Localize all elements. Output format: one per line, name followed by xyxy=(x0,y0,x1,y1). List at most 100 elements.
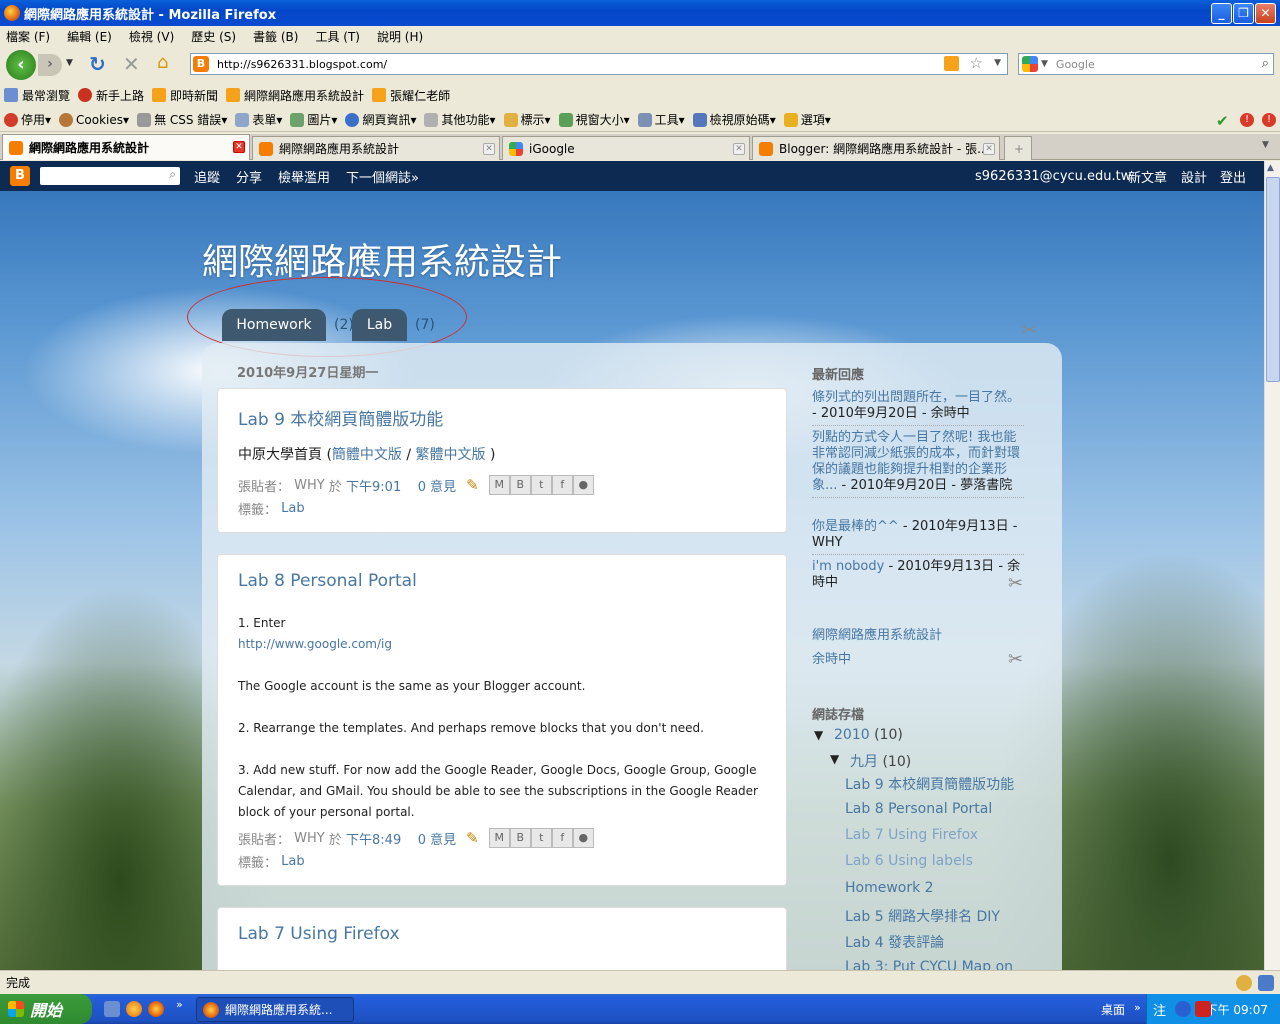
dev-forms[interactable]: 表單 ▾ xyxy=(235,111,282,128)
scroll-up-icon[interactable]: ▲ xyxy=(1267,163,1274,173)
archive-post-link[interactable]: Lab 6 Using labels xyxy=(845,853,973,869)
twitter-share-icon[interactable]: t xyxy=(530,475,552,495)
tab-blog[interactable]: 網際網路應用系統設計 ✕ xyxy=(2,134,250,160)
dev-images[interactable]: 圖片 ▾ xyxy=(290,111,337,128)
bookmark-teacher[interactable]: 張耀仁老師 xyxy=(372,87,450,104)
comments-link[interactable]: 0 意見 xyxy=(418,476,456,495)
post-time-link[interactable]: 下午8:49 xyxy=(346,829,401,848)
close-window-button[interactable]: ✕ xyxy=(1255,3,1276,24)
dev-resize[interactable]: 視窗大小 ▾ xyxy=(558,111,630,128)
close-tab-icon[interactable]: ✕ xyxy=(983,143,995,155)
traditional-link[interactable]: 繁體中文版 xyxy=(416,447,486,463)
search-icon[interactable]: ⌕ xyxy=(1262,56,1269,71)
post-title[interactable]: Lab 7 Using Firefox xyxy=(238,924,400,944)
expand-year-icon[interactable]: ▼ xyxy=(814,728,823,742)
report-abuse-link[interactable]: 檢舉濫用 xyxy=(278,167,330,186)
blog-this-icon[interactable]: B xyxy=(509,828,531,848)
post-title[interactable]: Lab 8 Personal Portal xyxy=(238,571,417,591)
ime-icon[interactable]: 注 xyxy=(1153,1000,1166,1019)
dev-information[interactable]: 網頁資訊 ▾ xyxy=(345,111,416,128)
engine-dropdown-icon[interactable]: ▼ xyxy=(1041,59,1048,69)
back-icon[interactable]: ‹ xyxy=(6,50,36,80)
antivirus-icon[interactable] xyxy=(1195,1001,1211,1017)
scroll-thumb[interactable] xyxy=(1266,177,1280,382)
facebook-share-icon[interactable]: f xyxy=(551,475,573,495)
next-blog-link[interactable]: 下一個網誌» xyxy=(346,167,419,186)
buzz-share-icon[interactable]: ● xyxy=(572,828,594,848)
tab-igoogle[interactable]: iGoogle ✕ xyxy=(502,136,750,160)
quicklaunch-more-icon[interactable]: » xyxy=(176,998,183,1011)
page-scrollbar[interactable]: ▲ xyxy=(1264,161,1280,970)
archive-post-link[interactable]: Lab 8 Personal Portal xyxy=(845,801,992,817)
igoogle-link[interactable]: http://www.google.com/ig xyxy=(238,637,392,651)
sidebar-link[interactable]: 網際網路應用系統設計 xyxy=(812,628,942,643)
error-icon[interactable]: ! xyxy=(1262,113,1276,127)
search-icon[interactable]: ⌕ xyxy=(169,167,176,182)
history-dropdown-icon[interactable]: ▼ xyxy=(66,58,73,68)
bookmark-star-icon[interactable]: ☆ xyxy=(970,54,983,72)
share-link[interactable]: 分享 xyxy=(236,167,262,186)
design-link[interactable]: 設計 xyxy=(1181,167,1207,186)
maximize-button[interactable]: ❐ xyxy=(1233,3,1254,24)
comment-link[interactable]: i'm nobody xyxy=(812,559,884,574)
dev-outline[interactable]: 標示 ▾ xyxy=(503,111,551,128)
dev-disable[interactable]: 停用 ▾ xyxy=(4,111,51,128)
menu-tools[interactable]: 工具 (T) xyxy=(315,28,360,45)
tab-list-icon[interactable]: ▼ xyxy=(1262,140,1269,150)
rss-feed-icon[interactable] xyxy=(944,56,959,71)
archive-post-link[interactable]: Lab 7 Using Firefox xyxy=(845,827,978,843)
post-title[interactable]: Lab 9 本校網頁簡體版功能 xyxy=(238,405,443,430)
menu-bookmarks[interactable]: 書籤 (B) xyxy=(253,28,298,45)
archive-year-link[interactable]: 2010 xyxy=(834,727,870,743)
dev-view-source[interactable]: 檢視原始碼 ▾ xyxy=(692,111,776,128)
post-time-link[interactable]: 下午9:01 xyxy=(346,476,401,495)
sidebar-link[interactable]: 余時中 xyxy=(812,652,851,667)
edit-pencil-icon[interactable]: ✎ xyxy=(466,476,479,494)
archive-post-link[interactable]: Lab 9 本校網頁簡體版功能 xyxy=(845,774,1014,794)
new-post-link[interactable]: 新文章 xyxy=(1128,167,1167,186)
dev-css[interactable]: 無 CSS 錯誤 ▾ xyxy=(137,111,227,128)
close-tab-icon[interactable]: ✕ xyxy=(733,143,745,155)
edit-wrench-icon[interactable]: ✂ xyxy=(1008,649,1023,670)
edit-wrench-icon[interactable]: ✂ xyxy=(1022,320,1037,341)
menu-file[interactable]: 檔案 (F) xyxy=(6,28,50,45)
url-text[interactable]: http://s9626331.blogspot.com/ xyxy=(217,58,387,71)
blogger-logo-icon[interactable]: B xyxy=(10,166,30,186)
search-box[interactable]: ▼ Google ⌕ xyxy=(1018,53,1274,75)
blog-this-icon[interactable]: B xyxy=(509,475,531,495)
menu-edit[interactable]: 編輯 (E) xyxy=(67,28,112,45)
menu-view[interactable]: 檢視 (V) xyxy=(129,28,174,45)
bookmark-course[interactable]: 網際網路應用系統設計 xyxy=(226,87,364,104)
google-engine-icon[interactable] xyxy=(1022,56,1038,72)
facebook-share-icon[interactable]: f xyxy=(551,828,573,848)
desktop-toolbar-label[interactable]: 桌面 xyxy=(1101,1001,1125,1018)
bookmark-most-visited[interactable]: 最常瀏覽 xyxy=(4,87,70,104)
menu-help[interactable]: 說明 (H) xyxy=(377,28,423,45)
bookmark-news[interactable]: 即時新聞 xyxy=(152,87,218,104)
dev-misc[interactable]: 其他功能 ▾ xyxy=(424,111,496,128)
validation-check-icon[interactable]: ✔ xyxy=(1216,112,1229,130)
buzz-share-icon[interactable]: ● xyxy=(572,475,594,495)
stop-icon[interactable]: ✕ xyxy=(123,52,140,76)
reload-icon[interactable]: ↻ xyxy=(89,52,106,76)
label-link[interactable]: Lab xyxy=(281,854,304,869)
quicklaunch-ie-icon[interactable] xyxy=(104,1001,120,1017)
bookmark-getting-started[interactable]: 新手上路 xyxy=(78,87,144,104)
close-tab-icon[interactable]: ✕ xyxy=(483,143,495,155)
label-link[interactable]: Lab xyxy=(281,501,304,516)
addon-status-icon[interactable] xyxy=(1236,975,1252,991)
archive-month-link[interactable]: 九月 xyxy=(850,754,878,770)
expand-month-icon[interactable]: ▼ xyxy=(830,752,839,766)
new-tab-button[interactable]: + xyxy=(1004,136,1032,160)
twitter-share-icon[interactable]: t xyxy=(530,828,552,848)
google-status-icon[interactable] xyxy=(1258,975,1274,991)
edit-wrench-icon[interactable]: ✂ xyxy=(1008,573,1023,594)
tab-blogger-dashboard[interactable]: Blogger: 網際網路應用系統設計 - 張... ✕ xyxy=(752,136,1000,160)
sign-out-link[interactable]: 登出 xyxy=(1220,167,1246,186)
email-share-icon[interactable]: M xyxy=(488,475,510,495)
toolbar-expand-icon[interactable]: » xyxy=(1134,1001,1141,1014)
tab-blog-2[interactable]: 網際網路應用系統設計 ✕ xyxy=(252,136,500,160)
taskbar-firefox-task[interactable]: 網際網路應用系統... xyxy=(196,997,354,1022)
dev-options[interactable]: 選項 ▾ xyxy=(783,111,831,128)
dev-cookies[interactable]: Cookies ▾ xyxy=(59,112,129,127)
